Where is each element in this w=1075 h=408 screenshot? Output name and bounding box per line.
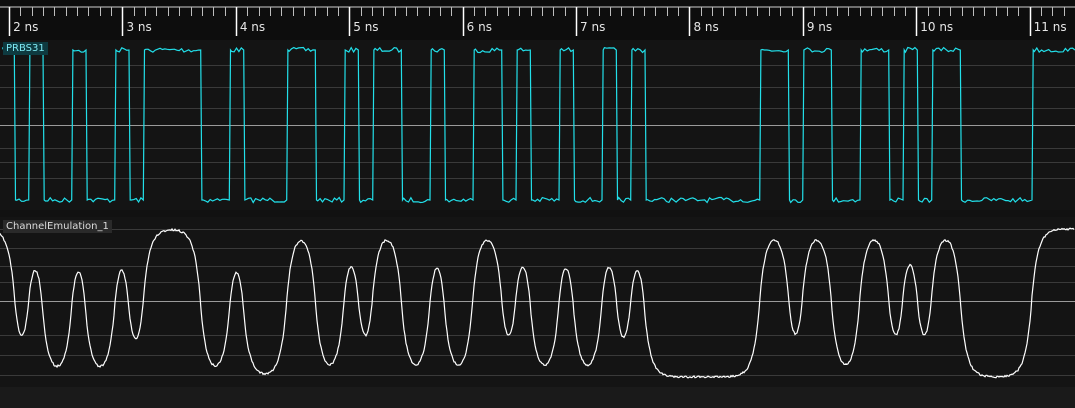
prbs31-waveform-panel[interactable]: PRBS31: [0, 40, 1075, 210]
ruler-tick-label: 3 ns: [126, 20, 152, 34]
ruler-tick-label: 6 ns: [466, 20, 492, 34]
channel-emulation-waveform: [0, 227, 1075, 379]
ruler-tick-label: 5 ns: [353, 20, 379, 34]
channel-emulation-waveform-panel[interactable]: ChannelEmulation_1: [0, 217, 1075, 387]
channel-emulation-channel-label[interactable]: ChannelEmulation_1: [3, 220, 112, 233]
time-ruler[interactable]: 2 ns 3 ns 4 ns 5 ns 6 ns 7 ns 8 ns 9 ns 10 ns 11 …: [0, 0, 1075, 40]
ruler-tick-label: 10 ns: [920, 20, 954, 34]
prbs31-channel-label[interactable]: PRBS31: [3, 42, 48, 55]
ruler-ticks: [0, 6, 1075, 36]
bottom-bar: [0, 387, 1075, 408]
ruler-tick-label: 2 ns: [13, 20, 39, 34]
ruler-tick-label: 7 ns: [580, 20, 606, 34]
ruler-tick-label: 9 ns: [806, 20, 833, 34]
ruler-tick-label: 11 ns: [1033, 20, 1067, 34]
prbs31-waveform: [0, 46, 1075, 204]
ruler-tick-label: 4 ns: [239, 20, 266, 34]
ruler-tick-label: 8 ns: [693, 20, 719, 34]
